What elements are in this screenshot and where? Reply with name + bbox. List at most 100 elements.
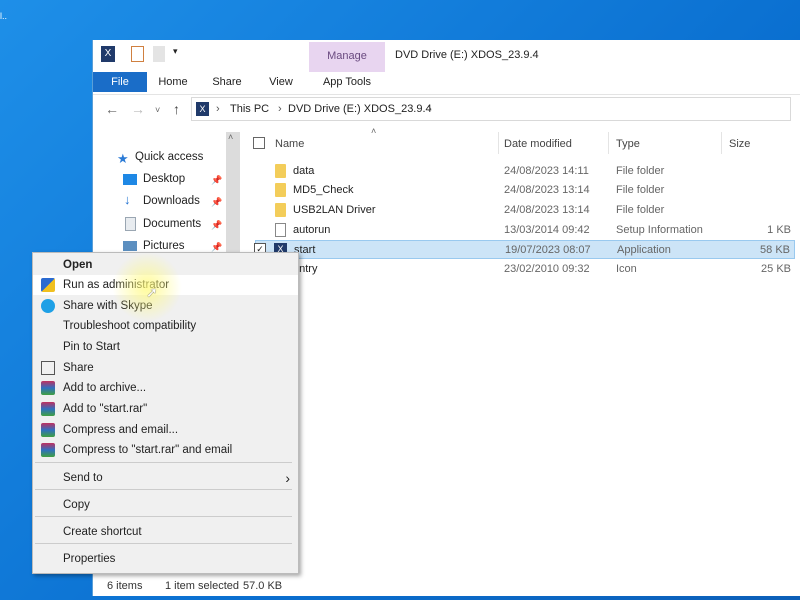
winrar-icon	[41, 402, 55, 416]
sort-ascending-icon: ˄	[371, 126, 377, 136]
window-title: DVD Drive (E:) XDOS_23.9.4	[395, 49, 539, 61]
menu-item-troubleshoot-compatibility[interactable]: Troubleshoot compatibility	[33, 316, 298, 336]
file-row[interactable]: USB2LAN Driver 24/08/2023 13:14 File folde…	[255, 201, 795, 220]
sidebar-item-documents[interactable]: Documents	[143, 218, 201, 230]
file-row[interactable]: MD5_Check 24/08/2023 13:14 File folder	[255, 181, 795, 200]
sidebar-item-quick-access[interactable]: Quick access	[135, 151, 203, 163]
column-header-name[interactable]: Name	[275, 138, 304, 150]
tab-home[interactable]: Home	[153, 72, 193, 92]
sidebar-item-downloads[interactable]: Downloads	[143, 195, 200, 207]
tab-file[interactable]: File	[93, 72, 147, 92]
column-divider[interactable]	[498, 132, 499, 154]
tab-share[interactable]: Share	[207, 72, 247, 92]
menu-separator	[35, 516, 292, 517]
tab-app-tools[interactable]: App Tools	[309, 72, 385, 92]
menu-separator	[35, 489, 292, 490]
breadcrumb-drive[interactable]: DVD Drive (E:) XDOS_23.9.4	[288, 103, 432, 115]
file-type: Application	[617, 244, 671, 256]
menu-item-pin-to-start[interactable]: Pin to Start	[33, 337, 298, 357]
selection-size: 57.0 KB	[243, 580, 283, 592]
file-size: 58 KB	[760, 244, 790, 256]
chevron-right-icon: ›	[216, 103, 220, 115]
menu-item-properties[interactable]: Properties	[33, 549, 298, 569]
folder-icon	[275, 203, 286, 217]
desktop-icon	[123, 174, 137, 185]
menu-separator	[35, 543, 292, 544]
documents-icon	[125, 217, 136, 231]
file-name: data	[293, 165, 315, 177]
menu-item-create-shortcut[interactable]: Create shortcut	[33, 522, 298, 542]
menu-item-copy[interactable]: Copy	[33, 495, 298, 515]
menu-item-label: Copy	[63, 499, 90, 511]
file-date: 24/08/2023 13:14	[504, 204, 590, 216]
file-date: 23/02/2010 09:32	[504, 263, 590, 275]
file-date: 24/08/2023 14:11	[504, 165, 589, 177]
file-icon	[275, 223, 286, 237]
file-name: USB2LAN Driver	[293, 204, 376, 216]
menu-separator	[35, 462, 292, 463]
menu-item-label: Compress and email...	[63, 424, 179, 436]
star-icon: ★	[117, 151, 129, 166]
winrar-icon	[41, 381, 55, 395]
sidebar-scrollbar[interactable]	[226, 132, 240, 252]
file-row[interactable]: data 24/08/2023 14:11 File folder	[255, 162, 795, 181]
chevron-right-icon[interactable]: ›	[428, 103, 432, 115]
item-count: 6 items	[107, 580, 143, 592]
menu-item-send-to[interactable]: Send to ›	[33, 468, 298, 488]
sidebar-item-pictures[interactable]: Pictures	[143, 240, 185, 252]
breadcrumb-this-pc[interactable]: This PC	[230, 103, 269, 115]
file-type: File folder	[616, 184, 665, 196]
file-row[interactable]: autorun 13/03/2014 09:42 Setup Information…	[255, 221, 795, 240]
menu-item-add-to-start-rar[interactable]: Add to "start.rar"	[33, 399, 298, 419]
download-icon: ↓	[124, 192, 131, 207]
menu-item-compress-to-start-rar-and-email[interactable]: Compress to "start.rar" and email	[33, 440, 298, 460]
folder-icon	[275, 183, 286, 197]
back-icon[interactable]: ←	[105, 101, 119, 117]
address-bar[interactable]: X › This PC › DVD Drive (E:) XDOS_23.9.4…	[191, 97, 791, 121]
forward-icon[interactable]: →	[131, 101, 145, 117]
manage-label: Manage	[327, 50, 367, 62]
file-row[interactable]: entry 23/02/2010 09:32 Icon 25 KB	[255, 260, 795, 279]
up-icon[interactable]: ↑	[173, 101, 180, 117]
menu-item-label: Open	[63, 259, 93, 271]
file-row[interactable]: ✓ Xstart 19/07/2023 08:07 Application 58 KB	[254, 240, 795, 259]
menu-item-share[interactable]: Share	[33, 358, 298, 378]
menu-item-label: Create shortcut	[63, 526, 142, 538]
column-divider[interactable]	[721, 132, 722, 154]
skype-icon	[41, 299, 55, 313]
file-date: 13/03/2014 09:42	[504, 224, 590, 236]
menu-item-label: Share	[63, 362, 94, 374]
menu-item-label: Send to	[63, 472, 103, 484]
selection-count: 1 item selected	[165, 580, 239, 592]
desktop-icon-label[interactable]: l..	[0, 10, 7, 22]
customize-toolbar-icon[interactable]: ▾	[173, 46, 178, 62]
folder-icon	[275, 164, 286, 178]
share-icon	[41, 361, 55, 375]
column-divider[interactable]	[608, 132, 609, 154]
column-header-size[interactable]: Size	[729, 138, 750, 150]
menu-item-add-to-archive[interactable]: Add to archive...	[33, 378, 298, 398]
file-type: File folder	[616, 165, 665, 177]
new-folder-icon[interactable]	[153, 46, 165, 62]
menu-item-label: Add to "start.rar"	[63, 403, 148, 415]
recent-locations-icon[interactable]: ˅	[155, 105, 160, 115]
select-all-checkbox[interactable]	[253, 137, 265, 149]
menu-item-compress-and-email[interactable]: Compress and email...	[33, 420, 298, 440]
column-header-type[interactable]: Type	[616, 138, 640, 150]
properties-icon[interactable]	[131, 46, 144, 62]
status-bar: 6 items 1 item selected 57.0 KB	[93, 578, 800, 596]
menu-item-label: Troubleshoot compatibility	[63, 320, 197, 332]
column-header-date[interactable]: Date modified	[504, 138, 572, 150]
sidebar-item-desktop[interactable]: Desktop	[143, 173, 185, 185]
file-name: autorun	[293, 224, 331, 236]
app-icon: X	[101, 46, 115, 62]
file-type: Icon	[616, 263, 637, 275]
scroll-up-icon[interactable]: ˄	[228, 132, 233, 142]
menu-item-label: Add to archive...	[63, 382, 147, 394]
file-date: 19/07/2023 08:07	[505, 244, 591, 256]
menu-item-label: Properties	[63, 553, 116, 565]
file-type: File folder	[616, 204, 665, 216]
file-type: Setup Information	[616, 224, 703, 236]
tab-view[interactable]: View	[261, 72, 301, 92]
file-name: MD5_Check	[293, 184, 354, 196]
